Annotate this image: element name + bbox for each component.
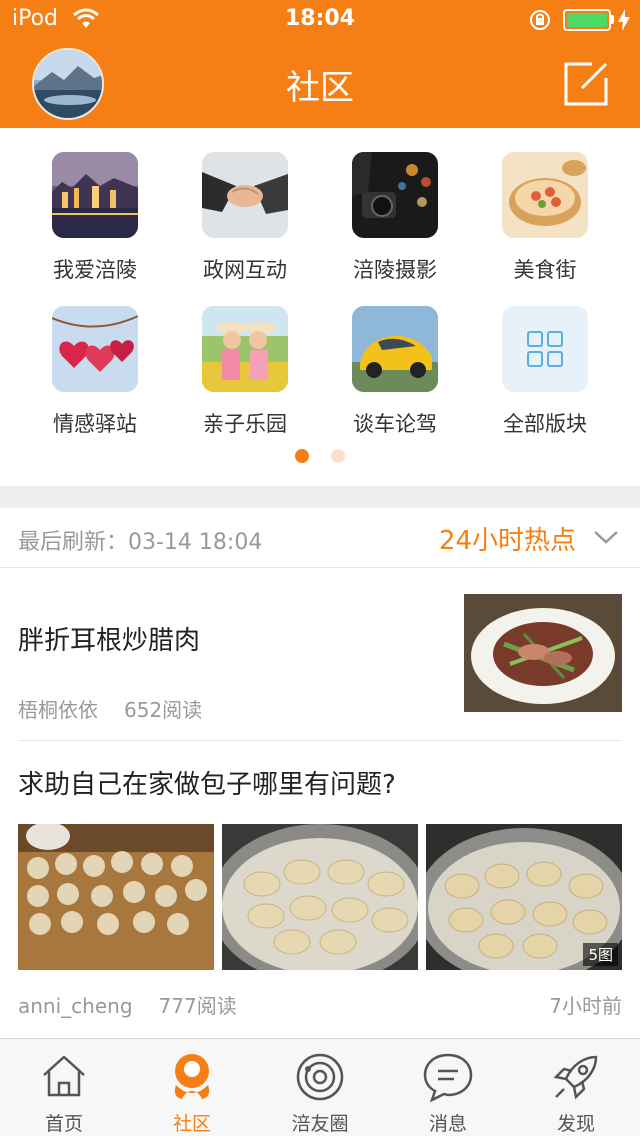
post-image[interactable]: 5图 (426, 824, 622, 970)
grid-icon (502, 306, 588, 392)
tab-community[interactable]: 社区 (128, 1039, 256, 1137)
compose-icon[interactable] (562, 60, 610, 108)
category-label: 谈车论驾 (353, 412, 437, 436)
tab-home[interactable]: 首页 (0, 1039, 128, 1137)
post-meta: 梧桐依依 652阅读 (18, 694, 202, 723)
image-count-badge: 5图 (583, 943, 618, 966)
category-label: 情感驿站 (53, 412, 137, 436)
post-time: 7小时前 (549, 994, 622, 1018)
post-reads: 777阅读 (158, 994, 237, 1018)
community-icon (174, 1054, 210, 1099)
tab-label: 消息 (428, 1113, 467, 1135)
category-label: 政网互动 (203, 258, 287, 282)
post-title[interactable]: 求助自己在家做包子哪里有问题? (18, 764, 396, 801)
post-author: anni_cheng (18, 994, 133, 1018)
tab-label: 首页 (44, 1113, 83, 1135)
camera-photo-icon (352, 152, 438, 238)
category-qinzi-leyuan[interactable]: 亲子乐园 (170, 282, 320, 436)
hot-24h-button[interactable]: 24小时热点 (439, 520, 576, 557)
section-divider (0, 486, 640, 508)
page-indicator[interactable] (0, 448, 640, 467)
post-title[interactable]: 胖折耳根炒腊肉 (18, 620, 200, 657)
hearts-photo-icon (52, 306, 138, 392)
food-photo-icon (502, 152, 588, 238)
category-grid: 我爱涪陵 政网互动 涪陵摄影 美食街 情感驿站 亲子乐园 谈车论驾 全部版块 (0, 128, 640, 486)
city-photo-icon (52, 152, 138, 238)
post-meta: anni_cheng 777阅读 (18, 990, 237, 1019)
category-meishi-jie[interactable]: 美食街 (470, 128, 620, 282)
status-bar: iPod 18:04 (0, 0, 640, 40)
post-item[interactable]: 胖折耳根炒腊肉 梧桐依依 652阅读 (0, 570, 640, 740)
category-label: 我爱涪陵 (53, 258, 137, 282)
category-zhengwang-hudong[interactable]: 政网互动 (170, 128, 320, 282)
post-author: 梧桐依依 (18, 698, 98, 722)
navigation-bar: 社区 (0, 40, 640, 128)
page-dot-active[interactable] (295, 449, 310, 463)
category-tanche-lunjia[interactable]: 谈车论驾 (320, 282, 470, 436)
tab-label: 涪友圈 (291, 1113, 349, 1135)
post-image[interactable] (18, 824, 214, 970)
handshake-icon (202, 152, 288, 238)
category-fuling-sheying[interactable]: 涪陵摄影 (320, 128, 470, 282)
battery-tip (611, 15, 614, 24)
page-title: 社区 (286, 68, 354, 108)
last-refresh-label: 最后刷新：03-14 18:04 (18, 530, 263, 555)
message-icon (423, 1053, 473, 1103)
chevron-down-icon[interactable] (592, 528, 620, 546)
category-woai-fuling[interactable]: 我爱涪陵 (20, 128, 170, 282)
category-label: 全部版块 (503, 412, 587, 436)
category-all-boards[interactable]: 全部版块 (470, 282, 620, 436)
category-label: 涪陵摄影 (353, 258, 437, 282)
tab-bar: 首页 社区 涪友圈 消息 发现 (0, 1038, 640, 1136)
post-thumbnail[interactable] (464, 594, 622, 712)
tab-label: 发现 (556, 1113, 595, 1135)
category-qinggan-yizhan[interactable]: 情感驿站 (20, 282, 170, 436)
battery-icon (563, 9, 611, 31)
category-label: 美食街 (513, 258, 577, 282)
rocket-icon (553, 1055, 598, 1100)
tab-label: 社区 (172, 1113, 211, 1135)
post-reads: 652阅读 (124, 698, 203, 722)
post-image[interactable] (222, 824, 418, 970)
car-photo-icon (352, 306, 438, 392)
feed-header: 最后刷新：03-14 18:04 24小时热点 (0, 508, 640, 568)
tab-messages[interactable]: 消息 (384, 1039, 512, 1137)
charging-icon (618, 9, 630, 31)
rotation-lock-icon (530, 10, 550, 30)
tab-fuyouquan[interactable]: 涪友圈 (256, 1039, 384, 1137)
divider (18, 740, 622, 741)
category-label: 亲子乐园 (203, 412, 287, 436)
kids-photo-icon (202, 306, 288, 392)
planet-icon (296, 1053, 344, 1101)
tab-discover[interactable]: 发现 (512, 1039, 640, 1137)
home-icon (43, 1055, 85, 1097)
page-dot[interactable] (330, 449, 345, 463)
